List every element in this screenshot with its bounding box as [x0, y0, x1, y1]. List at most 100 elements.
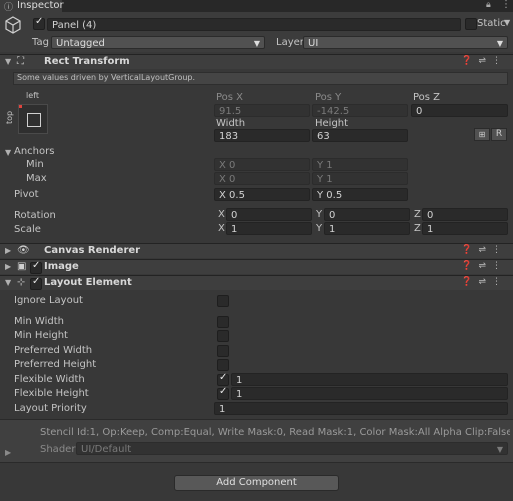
image-icon: ▣: [17, 261, 27, 272]
pivot-x-field[interactable]: X 0.5: [214, 188, 310, 201]
anchors-foldout-icon[interactable]: ▼: [5, 148, 11, 157]
inspector-tab-bar: ⓘ Inspector 🔒︎ ⋮: [0, 0, 513, 13]
scale-label: Scale: [14, 224, 41, 235]
flexible-height-checkbox[interactable]: [217, 386, 229, 400]
pivot-y-field[interactable]: Y 0.5: [312, 188, 408, 201]
flexible-width-label: Flexible Width: [14, 374, 85, 385]
anchors-min-y-field: Y 1: [312, 158, 408, 171]
blueprint-mode-button[interactable]: ⊞: [474, 128, 490, 141]
rotation-z-field[interactable]: 0: [422, 208, 508, 221]
x-axis-label: X: [219, 160, 226, 171]
static-dropdown-arrow-icon[interactable]: ▼: [504, 18, 510, 27]
x-axis-label: X: [219, 174, 226, 185]
scale-x-axis-label[interactable]: X: [218, 223, 225, 234]
menu-icon[interactable]: ⋮: [501, 0, 511, 10]
min-height-label: Min Height: [14, 330, 68, 341]
canvas-renderer-header[interactable]: ▶ 👁︎ Canvas Renderer ❓⇌⋮: [0, 243, 513, 258]
scale-z-axis-label[interactable]: Z: [414, 223, 421, 234]
chevron-down-icon: ▼: [496, 39, 503, 48]
rect-transform-title: Rect Transform: [44, 56, 130, 67]
rotation-y-axis-label[interactable]: Y: [316, 209, 322, 220]
layout-element-header[interactable]: ▼ ⊹ Layout Element ❓⇌⋮: [0, 275, 513, 290]
y-axis-label: Y: [317, 160, 324, 171]
y-axis-label: Y: [317, 190, 324, 201]
expand-triangle-icon[interactable]: ▶: [5, 246, 11, 255]
scale-x-field[interactable]: 1: [226, 222, 312, 235]
ignore-layout-checkbox[interactable]: [217, 295, 229, 307]
layer-label: Layer: [276, 37, 304, 48]
anchors-label: Anchors: [14, 146, 55, 157]
object-name-field[interactable]: Panel (4): [47, 18, 461, 31]
min-height-checkbox[interactable]: [217, 330, 229, 342]
flexible-width-field[interactable]: 1: [231, 373, 508, 386]
anchors-max-y-value: 1: [326, 174, 333, 185]
flexible-width-checkbox[interactable]: [217, 372, 229, 386]
anchors-min-label: Min: [26, 159, 44, 170]
gameobject-cube-icon: [5, 16, 21, 34]
inspector-tab[interactable]: ⓘ Inspector: [0, 0, 64, 13]
tag-label: Tag: [32, 37, 49, 48]
rotation-x-axis-label[interactable]: X: [218, 209, 225, 220]
anchor-preset-button[interactable]: [18, 104, 48, 134]
min-width-checkbox[interactable]: [217, 316, 229, 328]
anchors-min-x-value: 0: [229, 160, 236, 171]
flexible-height-field[interactable]: 1: [231, 387, 508, 400]
layout-element-icon: ⊹: [17, 277, 26, 288]
image-enabled-checkbox[interactable]: [30, 260, 42, 274]
image-header[interactable]: ▶ ▣ Image ❓⇌⋮: [0, 259, 513, 274]
material-section: Stencil Id:1, Op:Keep, Comp:Equal, Write…: [0, 419, 513, 462]
add-component-button[interactable]: Add Component: [174, 475, 339, 491]
lock-icon[interactable]: 🔒︎: [486, 0, 491, 10]
layer-value: UI: [308, 38, 319, 49]
collapse-triangle-icon[interactable]: ▼: [5, 278, 11, 287]
scale-y-axis-label[interactable]: Y: [316, 223, 322, 234]
preferred-height-checkbox[interactable]: [217, 359, 229, 371]
layout-element-enabled-checkbox[interactable]: [30, 276, 42, 290]
scale-z-field[interactable]: 1: [422, 222, 508, 235]
pivot-label: Pivot: [14, 189, 39, 200]
layout-priority-label: Layout Priority: [14, 403, 87, 414]
collapse-triangle-icon[interactable]: ▼: [5, 57, 11, 66]
shader-value: UI/Default: [81, 444, 132, 455]
anchors-max-x-value: 0: [229, 174, 236, 185]
layout-priority-field[interactable]: 1: [214, 402, 508, 415]
preferred-width-checkbox[interactable]: [217, 345, 229, 357]
tag-value: Untagged: [56, 38, 105, 49]
component-header-icons: ❓⇌⋮: [461, 261, 507, 271]
image-title: Image: [44, 261, 79, 272]
pos-z-field[interactable]: 0: [411, 104, 508, 117]
chevron-down-icon: ▼: [253, 39, 260, 48]
object-header: Panel (4) Static ▼ Tag Untagged ▼ Layer …: [0, 12, 513, 52]
pos-z-label: Pos Z: [413, 92, 441, 103]
material-foldout-icon[interactable]: ▶: [5, 448, 11, 457]
raw-edit-button[interactable]: R: [491, 128, 507, 141]
canvas-renderer-title: Canvas Renderer: [44, 245, 141, 256]
expand-triangle-icon[interactable]: ▶: [5, 262, 11, 271]
rotation-y-field[interactable]: 0: [324, 208, 410, 221]
preferred-height-label: Preferred Height: [14, 359, 97, 370]
stencil-info: Stencil Id:1, Op:Keep, Comp:Equal, Write…: [40, 427, 510, 438]
rect-transform-header[interactable]: ▼ ⛶ Rect Transform ❓⇌⋮: [0, 54, 513, 69]
layer-dropdown[interactable]: UI ▼: [303, 36, 508, 49]
rotation-z-axis-label[interactable]: Z: [414, 209, 421, 220]
component-header-icons: ❓⇌⋮: [461, 245, 507, 255]
anchor-marker-icon: [19, 105, 22, 108]
chevron-down-icon: ▼: [496, 445, 503, 454]
min-width-label: Min Width: [14, 316, 64, 327]
object-active-checkbox[interactable]: [33, 16, 45, 30]
pos-y-label: Pos Y: [315, 92, 342, 103]
rotation-label: Rotation: [14, 210, 56, 221]
width-field[interactable]: 183: [214, 129, 310, 142]
anchor-preset-icon: [27, 113, 41, 127]
add-component-label: Add Component: [216, 477, 297, 488]
preferred-width-label: Preferred Width: [14, 345, 93, 356]
rotation-x-field[interactable]: 0: [226, 208, 312, 221]
scale-y-field[interactable]: 1: [324, 222, 410, 235]
rect-transform-icon: ⛶: [17, 56, 24, 67]
static-checkbox[interactable]: [465, 18, 477, 30]
anchors-max-y-field: Y 1: [312, 172, 408, 185]
tag-dropdown[interactable]: Untagged ▼: [51, 36, 265, 49]
inspector-tab-label: Inspector: [17, 0, 64, 11]
anchors-min-x-field: X 0: [214, 158, 310, 171]
height-field[interactable]: 63: [312, 129, 408, 142]
